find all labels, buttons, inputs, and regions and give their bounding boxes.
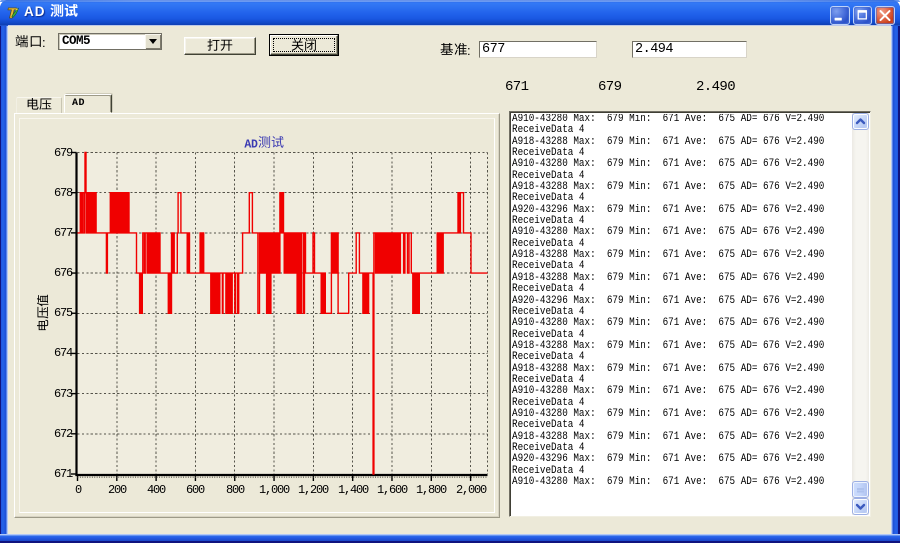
combobox-dropdown-button[interactable] <box>145 34 161 49</box>
y-tick-label: 678 <box>32 186 72 200</box>
y-tick-label: 675 <box>32 306 72 320</box>
log-rows: A910-43280 Max: 679 Min: 671 Ave: 675 AD… <box>512 114 851 514</box>
x-tick-label: 2,000 <box>441 483 501 497</box>
log-row[interactable]: ReceiveData 4 <box>512 420 798 431</box>
log-row[interactable]: A910-43280 Max: 679 Min: 671 Ave: 675 AD… <box>512 386 798 397</box>
window-frame-right <box>891 26 900 543</box>
y-tick-label: 674 <box>32 346 72 360</box>
tab-voltage[interactable] <box>16 97 62 113</box>
window-title: AD <box>24 4 78 19</box>
window-frame-bottom <box>0 534 900 543</box>
open-button[interactable] <box>184 37 256 55</box>
scroll-up-arrow-icon <box>853 114 868 129</box>
reference-label: : <box>440 43 471 58</box>
y-tick-label: 672 <box>32 427 72 441</box>
scrollbar-thumb[interactable] <box>852 481 869 498</box>
port-label: : <box>15 35 46 50</box>
client-area: : COM5 : 677 2.494 671 679 2.490 AD AD 6… <box>8 26 891 534</box>
reference-input-2[interactable]: 2.494 <box>632 41 747 58</box>
scroll-down-arrow-icon <box>853 499 868 514</box>
port-combobox-value: COM5 <box>62 35 90 48</box>
status-min-value: 671 <box>505 79 528 95</box>
y-tick-label: 671 <box>32 467 72 481</box>
window-frame-left <box>0 26 8 543</box>
y-tick-label: 673 <box>32 387 72 401</box>
tab-ad[interactable]: AD <box>64 94 112 113</box>
y-tick-label: 676 <box>32 266 72 280</box>
reference-input-1[interactable]: 677 <box>479 41 597 58</box>
log-row[interactable]: A920-43296 Max: 679 Min: 671 Ave: 675 AD… <box>512 454 798 465</box>
status-volt-value: 2.490 <box>696 79 735 95</box>
app-icon <box>6 4 20 22</box>
status-max-value: 679 <box>598 79 621 95</box>
y-tick-label: 679 <box>32 146 72 160</box>
app-window: AD : COM5 : 677 2.494 671 679 2.490 <box>0 0 900 543</box>
dropdown-arrow-icon <box>149 39 157 44</box>
y-tick-label: 677 <box>32 226 72 240</box>
close-button[interactable] <box>875 6 895 25</box>
log-row[interactable]: ReceiveData 4 <box>512 125 798 136</box>
log-row[interactable]: A910-43280 Max: 679 Min: 671 Ave: 675 AD… <box>512 477 798 488</box>
log-row[interactable]: A910-43280 Max: 679 Min: 671 Ave: 675 AD… <box>512 318 798 329</box>
scrollbar-grip-icon <box>857 488 864 490</box>
log-row[interactable]: ReceiveData 4 <box>512 352 798 363</box>
log-row[interactable]: ReceiveData 4 <box>512 284 798 295</box>
close-port-button-bevel <box>270 35 338 55</box>
minimize-button[interactable] <box>830 6 850 25</box>
chart-panel: AD 6796786776766756746736726710200400600… <box>19 118 495 513</box>
tab-page: AD 6796786776766756746736726710200400600… <box>14 113 500 518</box>
port-combobox[interactable]: COM5 <box>58 33 162 50</box>
titlebar[interactable]: AD <box>0 0 900 26</box>
maximize-button[interactable] <box>853 6 872 25</box>
log-listbox[interactable]: A910-43280 Max: 679 Min: 671 Ave: 675 AD… <box>509 111 871 517</box>
close-port-button[interactable] <box>269 34 339 56</box>
scrollbar-down-button[interactable] <box>852 498 869 515</box>
vertical-scrollbar[interactable] <box>852 113 869 515</box>
scrollbar-up-button[interactable] <box>852 113 869 130</box>
close-port-button-label <box>273 38 335 52</box>
chart-plot <box>20 119 496 514</box>
